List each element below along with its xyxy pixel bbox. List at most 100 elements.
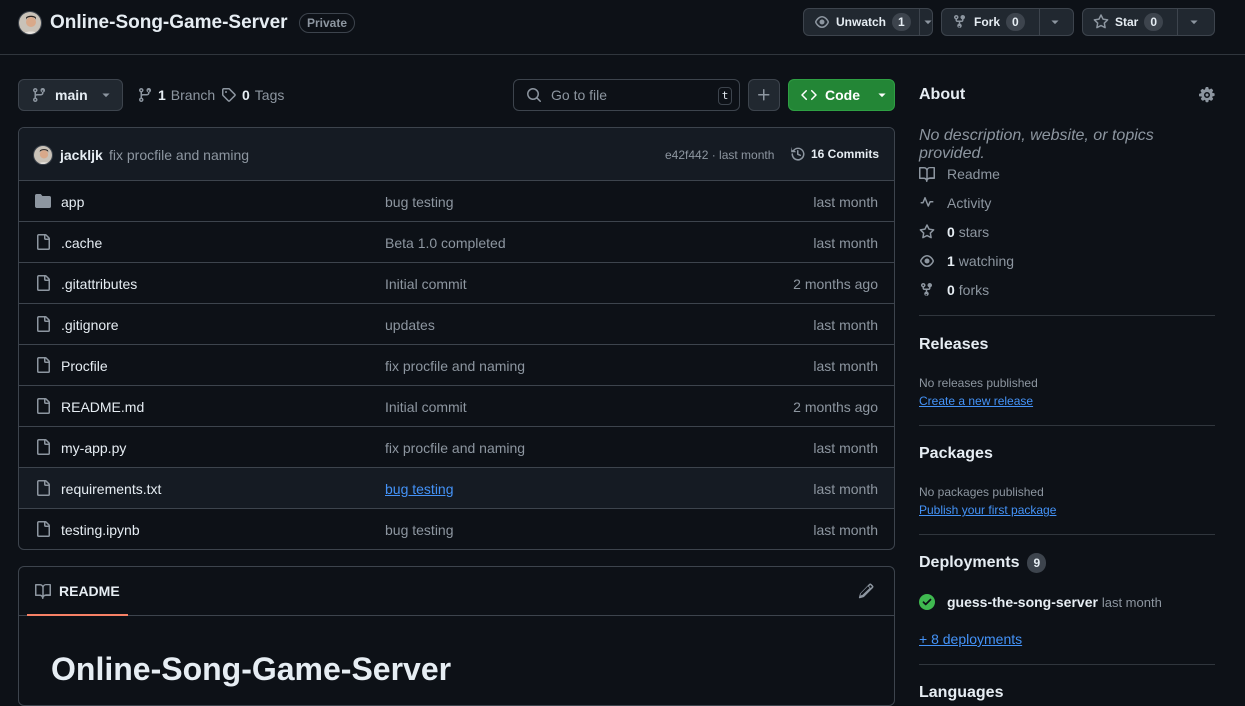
fork-button[interactable]: Fork 0	[941, 8, 1074, 36]
file-name[interactable]: my-app.py	[61, 440, 126, 456]
file-name[interactable]: README.md	[61, 399, 144, 415]
file-date: 2 months ago	[793, 276, 878, 292]
deployments-count: 9	[1027, 553, 1047, 573]
branch-selector[interactable]: main	[18, 79, 123, 111]
stars-count: 0	[947, 224, 955, 240]
about-readme-link[interactable]: Readme	[919, 166, 1000, 182]
unwatch-button[interactable]: Unwatch 1	[803, 8, 933, 36]
file-row[interactable]: .gitignore updates last month	[19, 304, 894, 345]
file-commit-message[interactable]: Initial commit	[385, 276, 467, 292]
branches-count: 1	[158, 87, 166, 103]
readme-panel: README Online-Song-Game-Server	[18, 566, 895, 706]
file-date: 2 months ago	[793, 399, 878, 415]
gear-icon[interactable]	[1199, 87, 1215, 103]
about-watching-link[interactable]: 1 watching	[919, 253, 1014, 269]
tag-icon	[222, 88, 236, 102]
triangle-down-icon	[924, 20, 932, 25]
deployments-label: Deployments	[919, 554, 1020, 571]
fork-dropdown[interactable]	[1038, 9, 1071, 35]
file-row[interactable]: .cache Beta 1.0 completed last month	[19, 222, 894, 263]
sidebar-divider	[919, 664, 1215, 665]
file-name[interactable]: Procfile	[61, 358, 108, 374]
releases-title[interactable]: Releases	[919, 336, 988, 354]
check-circle-icon	[919, 594, 935, 610]
file-name[interactable]: requirements.txt	[61, 481, 161, 497]
about-title: About	[919, 86, 966, 103]
file-row[interactable]: testing.ipynb bug testing last month	[19, 509, 894, 549]
about-forks-link[interactable]: 0 forks	[919, 282, 989, 298]
packages-note: No packages published	[919, 485, 1044, 499]
triangle-down-icon	[1051, 20, 1059, 25]
packages-title[interactable]: Packages	[919, 445, 993, 463]
about-activity-link[interactable]: Activity	[919, 195, 991, 211]
create-release-link[interactable]: Create a new release	[919, 394, 1033, 408]
about-description: No description, website, or topics provi…	[919, 127, 1154, 162]
file-row[interactable]: requirements.txt bug testing last month	[19, 468, 894, 509]
watching-count: 1	[947, 253, 955, 269]
book-icon	[919, 167, 935, 182]
file-commit-message[interactable]: bug testing	[385, 481, 454, 497]
publish-package-link[interactable]: Publish your first package	[919, 503, 1056, 517]
file-row[interactable]: app bug testing last month	[19, 181, 894, 222]
readme-heading: Online-Song-Game-Server	[51, 651, 452, 687]
file-row[interactable]: Procfile fix procfile and naming last mo…	[19, 345, 894, 386]
file-name[interactable]: .gitignore	[61, 317, 119, 333]
file-row[interactable]: my-app.py fix procfile and naming last m…	[19, 427, 894, 468]
unwatch-dropdown[interactable]	[918, 9, 936, 35]
sidebar-divider	[919, 425, 1215, 426]
star-button[interactable]: Star 0	[1082, 8, 1215, 36]
star-count: 0	[1144, 13, 1164, 31]
commit-author[interactable]: jackljk	[60, 147, 103, 163]
file-icon	[37, 316, 50, 332]
star-dropdown[interactable]	[1177, 9, 1209, 35]
file-commit-message[interactable]: bug testing	[385, 194, 454, 210]
about-activity-label: Activity	[947, 195, 992, 211]
tab-readme[interactable]: README	[27, 567, 128, 616]
pulse-icon	[920, 197, 934, 207]
deployment-item[interactable]: guess-the-song-server last month	[919, 594, 1162, 610]
add-file-button[interactable]	[748, 79, 780, 111]
fork-icon	[954, 14, 965, 29]
commit-sha-time[interactable]: e42f442 · last month	[665, 148, 774, 162]
file-icon	[37, 398, 50, 414]
about-stars-link[interactable]: 0 stars	[919, 224, 989, 240]
go-to-file-input[interactable]: Go to file t	[513, 79, 740, 111]
latest-commit-bar: jackljk fix procfile and naming e42f442 …	[19, 128, 894, 181]
tags-link[interactable]: 0 Tags	[221, 87, 284, 103]
branch-icon	[139, 87, 151, 103]
more-deployments-link[interactable]: + 8 deployments	[919, 631, 1022, 647]
file-name[interactable]: .cache	[61, 235, 102, 251]
star-icon	[1093, 14, 1109, 29]
commit-message[interactable]: fix procfile and naming	[109, 147, 249, 163]
repo-title[interactable]: Online-Song-Game-Server	[50, 12, 288, 34]
branch-name: main	[55, 87, 88, 103]
file-commit-message[interactable]: fix procfile and naming	[385, 440, 525, 456]
file-commit-message[interactable]: bug testing	[385, 522, 454, 538]
readme-tabbar: README	[19, 567, 894, 616]
readme-tab-label: README	[59, 582, 120, 599]
book-icon	[35, 583, 51, 599]
forks-count: 0	[947, 282, 955, 298]
file-commit-message[interactable]: Initial commit	[385, 399, 467, 415]
deployments-title[interactable]: Deployments 9	[919, 553, 1047, 573]
file-row[interactable]: README.md Initial commit 2 months ago	[19, 386, 894, 427]
star-label: Star	[1115, 15, 1139, 29]
file-commit-message[interactable]: updates	[385, 317, 435, 333]
file-commit-message[interactable]: fix procfile and naming	[385, 358, 525, 374]
file-icon	[37, 480, 50, 496]
branches-link[interactable]: 1 Branch	[137, 87, 215, 103]
file-commit-message[interactable]: Beta 1.0 completed	[385, 235, 506, 251]
file-name[interactable]: testing.ipynb	[61, 522, 140, 538]
file-name[interactable]: .gitattributes	[61, 276, 137, 292]
code-button[interactable]: Code	[788, 79, 895, 111]
commits-history-link[interactable]: 16 Commits	[790, 146, 879, 162]
owner-avatar[interactable]	[18, 11, 42, 35]
commit-author-avatar[interactable]	[33, 145, 53, 165]
file-row[interactable]: .gitattributes Initial commit 2 months a…	[19, 263, 894, 304]
deployment-time: last month	[1101, 595, 1162, 610]
file-name[interactable]: app	[61, 194, 84, 210]
branches-label: Branch	[170, 87, 216, 103]
code-icon	[801, 89, 817, 101]
shortcut-key: t	[718, 87, 732, 105]
pencil-icon[interactable]	[858, 583, 874, 599]
